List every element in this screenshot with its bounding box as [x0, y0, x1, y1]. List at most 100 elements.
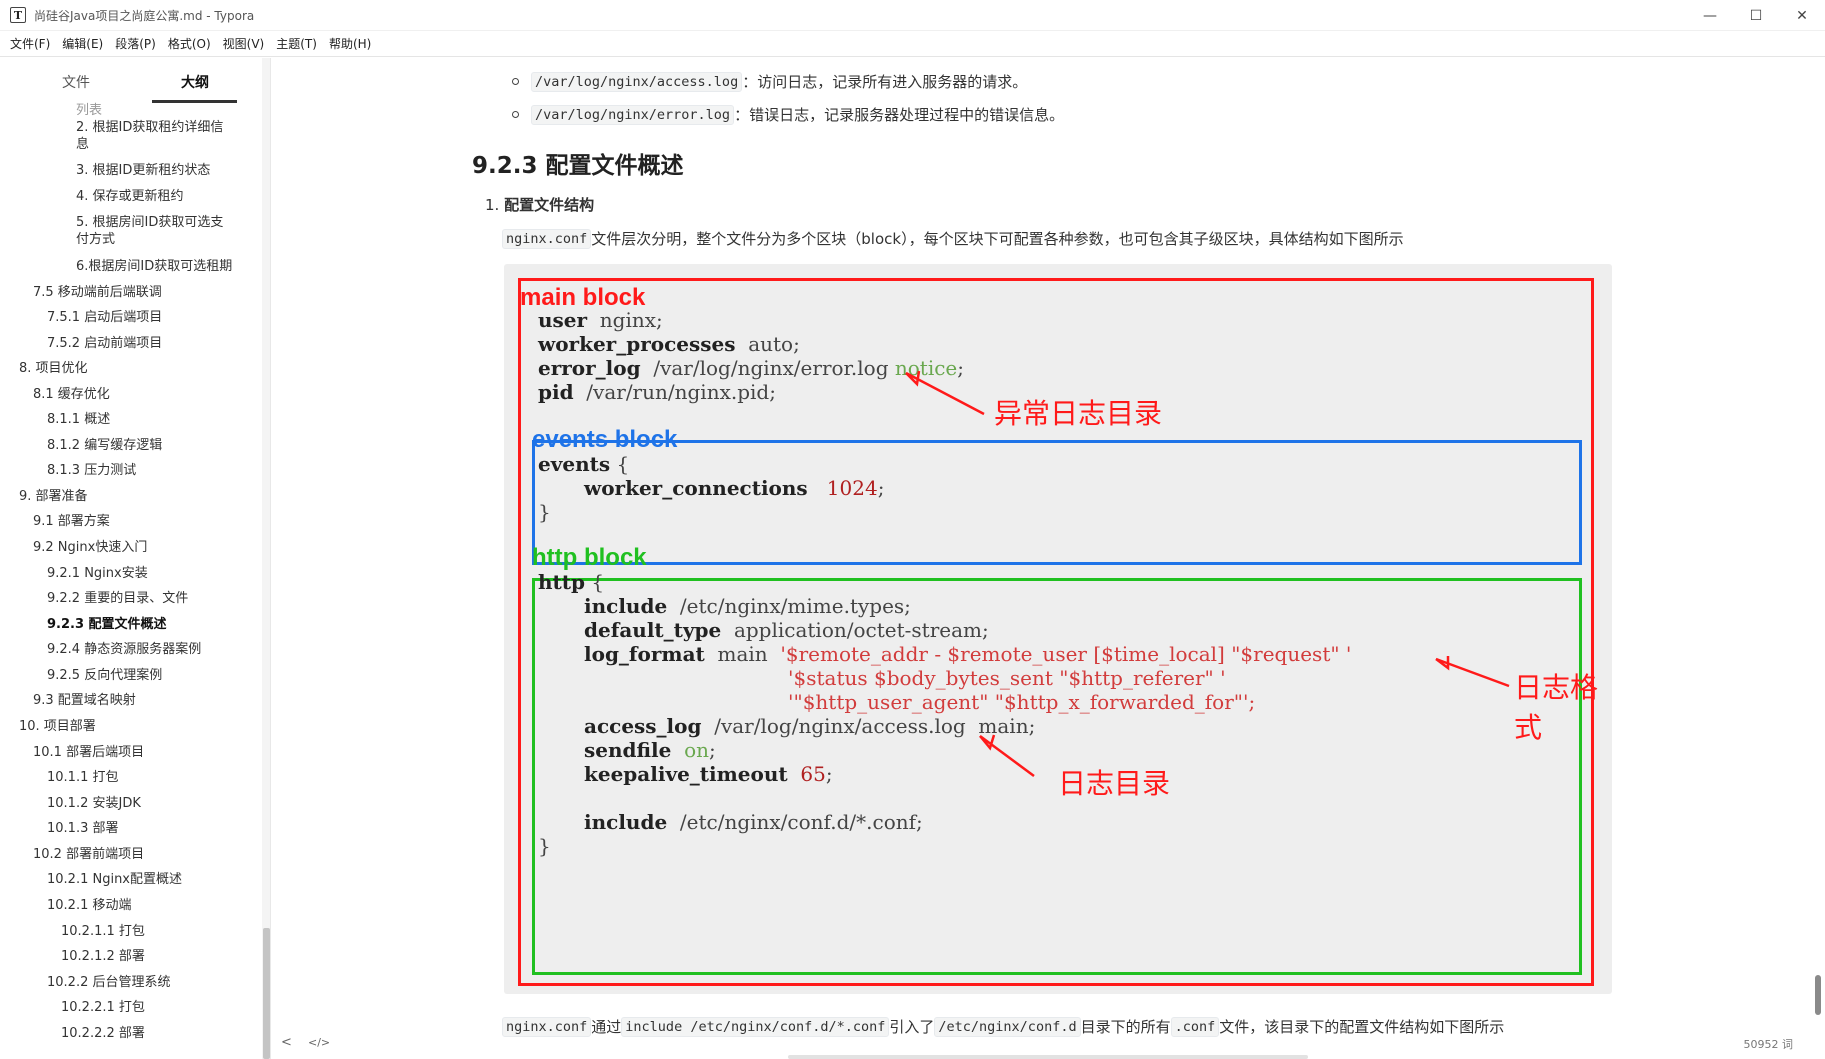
events-block-label: events block	[532, 426, 678, 453]
outline-item[interactable]: 8.1.3 压力测试	[47, 462, 136, 479]
code-level: notice	[894, 356, 958, 380]
outline-item[interactable]: 10.2.2.1 打包	[61, 999, 145, 1016]
code-string: '$remote_addr - $remote_user [$time_loca…	[780, 642, 1352, 666]
outline-item[interactable]: 2. 根据ID获取租约详细信	[76, 119, 223, 136]
code-keyword: default_type	[584, 618, 722, 642]
events-block-box	[532, 440, 1582, 565]
sidebar-scrollbar-thumb[interactable]	[263, 928, 270, 1059]
code-value: auto;	[748, 332, 800, 356]
outline-item[interactable]: 9.2.4 静态资源服务器案例	[47, 641, 201, 658]
editor-content[interactable]: /var/log/nginx/access.log ：访问日志，记录所有进入服务…	[272, 58, 1825, 1059]
menu-paragraph[interactable]: 段落(P)	[109, 35, 162, 52]
code-line: include /etc/nginx/mime.types;	[584, 594, 911, 618]
code-value: on	[684, 738, 710, 762]
outline-item[interactable]: 付方式	[76, 231, 115, 248]
outline-item[interactable]: 7.5.1 启动后端项目	[47, 309, 162, 326]
inline-code: /var/log/nginx/access.log	[531, 71, 743, 92]
code-keyword: error_log	[538, 356, 641, 380]
code-value: nginx;	[599, 308, 663, 332]
code-punct: }	[538, 500, 551, 524]
code-line: }	[538, 500, 551, 524]
outline-item[interactable]: 9.2.5 反向代理案例	[47, 667, 162, 684]
outline-item[interactable]: 8.1.1 概述	[47, 411, 110, 428]
tab-outline[interactable]: 大纲	[181, 72, 209, 92]
outline-item[interactable]: 10.2.2 后台管理系统	[47, 974, 170, 991]
minimize-icon[interactable]: —	[1687, 0, 1733, 31]
code-line: http {	[538, 570, 604, 594]
outline-item[interactable]: 8.1.2 编写缓存逻辑	[47, 437, 162, 454]
outline-list: 列表 2. 根据ID获取租约详细信 息 3. 根据ID更新租约状态 4. 保存或…	[0, 102, 262, 1059]
outline-item[interactable]: 7.5 移动端前后端联调	[33, 284, 162, 301]
outline-item[interactable]: 10.2.1 移动端	[47, 897, 131, 914]
outline-item[interactable]: 7.5.2 启动前端项目	[47, 335, 162, 352]
code-line: '"$http_user_agent" "$http_x_forwarded_f…	[788, 690, 1255, 714]
outline-item[interactable]: 10.1 部署后端项目	[33, 744, 144, 761]
code-line: pid /var/run/nginx.pid;	[538, 380, 776, 404]
outline-item[interactable]: 8. 项目优化	[19, 360, 88, 377]
code-keyword: pid	[538, 380, 574, 404]
menu-help[interactable]: 帮助(H)	[323, 35, 377, 52]
outline-item[interactable]: 9.3 配置域名映射	[33, 692, 136, 709]
word-count[interactable]: 50952 词	[1744, 1036, 1794, 1052]
paragraph-text: 文件层次分明，整个文件分为多个区块（block），每个区块下可配置各种参数，也可…	[591, 230, 1404, 248]
outline-item[interactable]: 9.2 Nginx快速入门	[33, 539, 147, 556]
code-punct: }	[538, 834, 551, 858]
outline-item[interactable]: 8.1 缓存优化	[33, 386, 110, 403]
code-value: application/octet-stream;	[733, 618, 989, 642]
outline-item[interactable]: 10.1.1 打包	[47, 769, 118, 786]
outline-item[interactable]: 10.1.3 部署	[47, 820, 118, 837]
code-line: access_log /var/log/nginx/access.log mai…	[584, 714, 1035, 738]
list-item: /var/log/nginx/access.log ：访问日志，记录所有进入服务…	[512, 71, 1027, 92]
tab-files[interactable]: 文件	[62, 72, 90, 92]
outline-item[interactable]: 10. 项目部署	[19, 718, 96, 735]
code-keyword: worker_processes	[538, 332, 736, 356]
outline-item[interactable]: 10.2.1.2 部署	[61, 948, 145, 965]
menu-theme[interactable]: 主题(T)	[270, 35, 323, 52]
menu-edit[interactable]: 编辑(E)	[56, 35, 109, 52]
outline-item[interactable]: 4. 保存或更新租约	[76, 188, 184, 205]
list-item: /var/log/nginx/error.log ：错误日志，记录服务器处理过程…	[512, 104, 1064, 125]
sidebar-scrollbar[interactable]	[262, 58, 270, 1059]
typora-app-icon: T	[10, 7, 26, 23]
outline-item[interactable]: 10.2.1 Nginx配置概述	[47, 871, 182, 888]
source-code-icon[interactable]: </>	[308, 1036, 330, 1049]
code-keyword: events	[538, 452, 611, 476]
close-icon[interactable]: ✕	[1779, 0, 1825, 31]
outline-item-active[interactable]: 9.2.3 配置文件概述	[47, 616, 167, 633]
menu-format[interactable]: 格式(O)	[162, 35, 217, 52]
outline-item[interactable]: 息	[76, 136, 89, 153]
horizontal-scrollbar[interactable]	[788, 1055, 1308, 1059]
outline-item[interactable]: 5. 根据房间ID获取可选支	[76, 214, 223, 231]
code-keyword: worker_connections	[584, 476, 808, 500]
code-number: 65	[800, 762, 826, 786]
outline-item[interactable]: 10.1.2 安装JDK	[47, 795, 141, 812]
list-title: 配置文件结构	[504, 196, 595, 214]
outline-item[interactable]: 9.2.1 Nginx安装	[47, 565, 148, 582]
maximize-icon[interactable]: ☐	[1733, 0, 1779, 31]
outline-item[interactable]: 9.2.2 重要的目录、文件	[47, 590, 188, 607]
outline-item[interactable]: 9. 部署准备	[19, 488, 88, 505]
outline-item[interactable]: 9.1 部署方案	[33, 513, 110, 530]
code-string: '"$http_user_agent" "$http_x_forwarded_f…	[788, 690, 1256, 714]
chevron-left-icon[interactable]: <	[281, 1035, 292, 1050]
menu-bar: 文件(F) 编辑(E) 段落(P) 格式(O) 视图(V) 主题(T) 帮助(H…	[0, 31, 1825, 57]
code-keyword: include	[584, 810, 668, 834]
outline-item[interactable]: 列表	[76, 102, 102, 119]
vertical-scrollbar-thumb[interactable]	[1815, 975, 1821, 1015]
section-heading: 9.2.3 配置文件概述	[472, 153, 684, 179]
outline-item[interactable]: 3. 根据ID更新租约状态	[76, 162, 210, 179]
menu-file[interactable]: 文件(F)	[4, 35, 56, 52]
outline-item[interactable]: 6.根据房间ID获取可选租期	[76, 258, 232, 275]
outline-item[interactable]: 10.2.2.2 部署	[61, 1025, 145, 1042]
code-value: /etc/nginx/mime.types;	[679, 594, 911, 618]
paragraph: nginx.conf 文件层次分明，整个文件分为多个区块（block），每个区块…	[502, 228, 1404, 249]
code-line: default_type application/octet-stream;	[584, 618, 989, 642]
inline-code: /var/log/nginx/error.log	[531, 104, 735, 125]
code-punct: {	[616, 452, 630, 476]
outline-item[interactable]: 10.2 部署前端项目	[33, 846, 144, 863]
code-punct: {	[591, 570, 605, 594]
menu-view[interactable]: 视图(V)	[217, 35, 271, 52]
outline-item[interactable]: 10.2.1.1 打包	[61, 923, 145, 940]
list-number: 1.	[485, 196, 500, 214]
code-line: }	[538, 834, 551, 858]
